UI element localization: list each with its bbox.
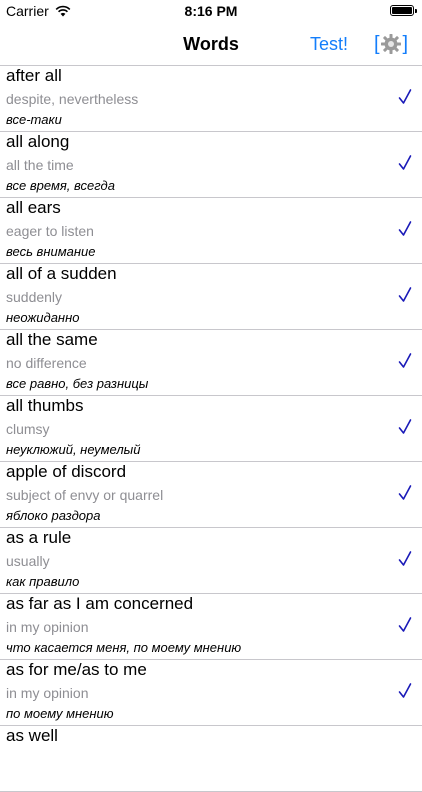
word-translation: что касается меня, по моему мнению — [6, 640, 242, 655]
word-meaning: no difference — [6, 355, 87, 371]
word-row[interactable]: as for me/as to me in my opinion по моему … — [0, 660, 422, 726]
checkmark-icon — [398, 221, 412, 236]
checkmark-icon — [398, 683, 412, 698]
status-time: 8:16 PM — [184, 3, 238, 19]
status-bar: Carrier 8:16 PM — [0, 0, 422, 24]
word-row[interactable]: as well — [0, 726, 422, 792]
word-phrase: as well — [6, 726, 58, 745]
word-row[interactable]: after all despite, nevertheless все-таки — [0, 66, 422, 132]
word-phrase: apple of discord — [6, 462, 127, 481]
word-translation: неуклюжий, неумелый — [6, 442, 141, 457]
word-row[interactable]: all along all the time все время, всегда — [0, 132, 422, 198]
page-title: Words — [183, 34, 239, 54]
word-translation: как правило — [6, 574, 80, 589]
word-row[interactable]: apple of discord subject of envy or quarr… — [0, 462, 422, 528]
test-button[interactable]: Test! — [310, 34, 348, 55]
word-meaning: subject of envy or quarrel — [6, 487, 164, 503]
word-row[interactable]: all thumbs clumsy неуклюжий, неумелый — [0, 396, 422, 462]
word-meaning: in my opinion — [6, 685, 89, 701]
word-translation: все время, всегда — [6, 178, 115, 193]
word-phrase: as a rule — [6, 528, 72, 547]
settings-button[interactable]: [ ] — [374, 31, 408, 57]
bracket-left-icon: [ — [374, 33, 380, 55]
battery-icon — [390, 5, 417, 16]
word-row[interactable]: all the same no difference все равно, без … — [0, 330, 422, 396]
word-phrase: all along — [6, 132, 70, 151]
word-translation: неожиданно — [6, 310, 80, 325]
word-list: after all despite, nevertheless все-таки al… — [0, 66, 422, 792]
word-phrase: as far as I am concerned — [6, 594, 194, 613]
word-meaning: eager to listen — [6, 223, 94, 239]
word-translation: по моему мнению — [6, 706, 114, 721]
word-meaning: suddenly — [6, 289, 63, 305]
word-row[interactable]: all of a sudden suddenly неожиданно — [0, 264, 422, 330]
word-row[interactable]: as a rule usually как правило — [0, 528, 422, 594]
word-phrase: after all — [6, 66, 62, 85]
word-row[interactable]: all ears eager to listen весь внимание — [0, 198, 422, 264]
checkmark-icon — [398, 485, 412, 500]
checkmark-icon — [398, 89, 412, 104]
checkmark-icon — [398, 287, 412, 302]
checkmark-icon — [398, 419, 412, 434]
gear-icon — [381, 34, 401, 54]
word-phrase: all ears — [6, 198, 61, 217]
bracket-right-icon: ] — [402, 33, 408, 55]
word-phrase: all thumbs — [6, 396, 84, 415]
word-phrase: as for me/as to me — [6, 660, 147, 679]
word-meaning: in my opinion — [6, 619, 89, 635]
checkmark-icon — [398, 617, 412, 632]
checkmark-icon — [398, 353, 412, 368]
word-meaning: despite, nevertheless — [6, 91, 139, 107]
word-phrase: all of a sudden — [6, 264, 117, 283]
word-meaning: clumsy — [6, 421, 50, 437]
word-translation: все-таки — [6, 112, 62, 127]
navigation-bar: Words Test! [ ] — [0, 24, 422, 66]
word-meaning: usually — [6, 553, 50, 569]
checkmark-icon — [398, 551, 412, 566]
word-translation: яблоко раздора — [6, 508, 101, 523]
word-translation: все равно, без разницы — [6, 376, 149, 391]
checkmark-icon — [398, 155, 412, 170]
word-row[interactable]: as far as I am concerned in my opinion что… — [0, 594, 422, 660]
word-phrase: all the same — [6, 330, 98, 349]
word-meaning: all the time — [6, 157, 74, 173]
word-translation: весь внимание — [6, 244, 96, 259]
